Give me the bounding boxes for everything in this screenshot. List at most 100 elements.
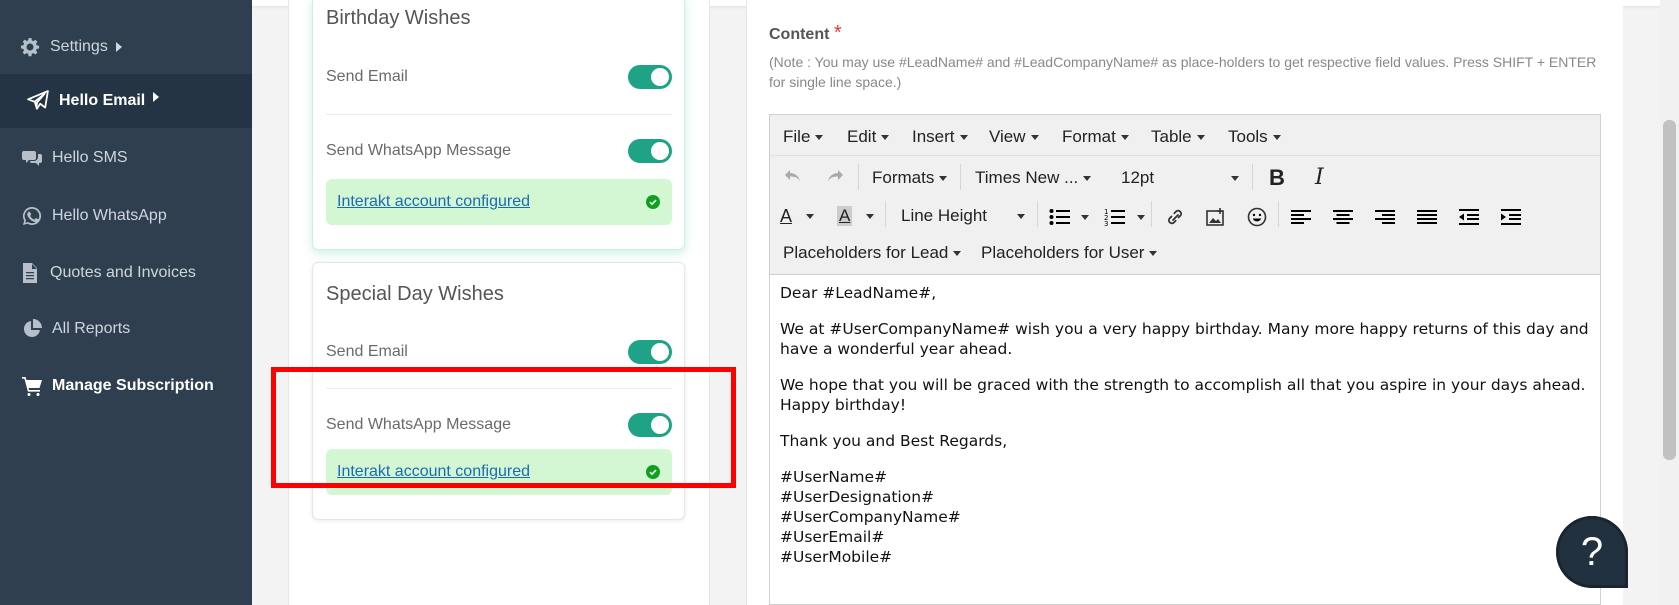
image-icon[interactable] bbox=[1205, 207, 1227, 227]
chevron-down-icon bbox=[1196, 134, 1205, 140]
chevron-down-icon[interactable] bbox=[1081, 215, 1089, 220]
cart-icon bbox=[22, 376, 42, 396]
placeholders-user-label: Placeholders for User bbox=[981, 243, 1145, 262]
placeholders-lead-label: Placeholders for Lead bbox=[783, 243, 949, 262]
menu-view[interactable]: View bbox=[989, 127, 1039, 147]
placeholders-lead-dropdown[interactable]: Placeholders for Lead bbox=[783, 243, 962, 263]
menu-format[interactable]: Format bbox=[1062, 127, 1129, 147]
greeting-line: Dear #LeadName#, bbox=[780, 284, 937, 302]
italic-icon: I bbox=[1315, 165, 1324, 190]
sidebar-item-label: Quotes and Invoices bbox=[50, 263, 196, 281]
menu-label: File bbox=[783, 127, 811, 146]
formats-dropdown[interactable]: Formats bbox=[872, 168, 948, 188]
menu-label: Insert bbox=[912, 127, 955, 146]
pie-chart-icon bbox=[23, 318, 42, 337]
chevron-down-icon[interactable] bbox=[1137, 215, 1145, 220]
document-icon bbox=[23, 262, 37, 283]
menu-insert[interactable]: Insert bbox=[912, 127, 968, 147]
text-color-button[interactable]: A bbox=[780, 206, 815, 227]
background-color-icon: A bbox=[837, 206, 853, 226]
gear-icon bbox=[21, 37, 40, 56]
chevron-down-icon bbox=[1030, 134, 1039, 140]
emoji-icon[interactable] bbox=[1246, 207, 1268, 227]
whatsapp-icon bbox=[22, 206, 42, 225]
send-whatsapp-label: Send WhatsApp Message bbox=[326, 142, 511, 159]
svg-text:3: 3 bbox=[1104, 220, 1108, 227]
signature-line: #UserCompanyName# bbox=[780, 508, 961, 526]
sidebar: Settings Hello Email Hello SMS Hello Wha… bbox=[0, 0, 252, 605]
background-color-button[interactable]: A bbox=[837, 206, 875, 226]
required-marker: * bbox=[833, 22, 842, 44]
send-email-toggle[interactable] bbox=[628, 65, 672, 89]
indent-icon[interactable] bbox=[1500, 207, 1522, 227]
send-email-label: Send Email bbox=[326, 68, 408, 85]
send-whatsapp-toggle[interactable] bbox=[628, 139, 672, 163]
birthday-wishes-card: Birthday Wishes Send Email Send WhatsApp… bbox=[312, 0, 685, 250]
chevron-down-icon bbox=[881, 134, 890, 140]
sidebar-item-label: Settings bbox=[50, 37, 108, 55]
signature-line: #UserMobile# bbox=[780, 548, 893, 566]
font-family-dropdown[interactable]: Times New ... bbox=[975, 168, 1092, 188]
line-height-dropdown[interactable]: Line Height bbox=[901, 206, 1025, 226]
sidebar-item-all-reports[interactable]: All Reports bbox=[0, 301, 252, 356]
chevron-down-icon bbox=[1231, 175, 1239, 181]
outdent-icon[interactable] bbox=[1458, 207, 1480, 227]
paragraph-2: We hope that you will be graced with the… bbox=[780, 376, 1586, 414]
sidebar-item-label: Manage Subscription bbox=[52, 376, 214, 394]
link-icon[interactable] bbox=[1164, 207, 1186, 227]
chevron-down-icon bbox=[806, 214, 815, 219]
numbered-list-icon[interactable]: 123 bbox=[1104, 207, 1126, 227]
align-left-icon[interactable] bbox=[1290, 207, 1312, 227]
content-note: (Note : You may use #LeadName# and #Lead… bbox=[769, 54, 1597, 90]
sidebar-item-hello-sms[interactable]: Hello SMS bbox=[0, 130, 252, 185]
sidebar-item-quotes-invoices[interactable]: Quotes and Invoices bbox=[0, 245, 252, 300]
editor-toolbar: Formats Times New ... 12pt B I A A Line … bbox=[770, 156, 1600, 275]
send-email-toggle[interactable] bbox=[628, 340, 672, 364]
sidebar-item-hello-whatsapp[interactable]: Hello WhatsApp bbox=[0, 188, 252, 243]
divider bbox=[326, 114, 672, 115]
chevron-down-icon bbox=[1149, 250, 1158, 256]
chevron-down-icon bbox=[1120, 134, 1129, 140]
help-button[interactable]: ? bbox=[1556, 516, 1628, 588]
send-email-label: Send Email bbox=[326, 343, 408, 360]
menu-tools[interactable]: Tools bbox=[1228, 127, 1281, 147]
chevron-down-icon bbox=[939, 175, 948, 181]
question-mark-icon: ? bbox=[1580, 529, 1604, 574]
interakt-account-link[interactable]: Interakt account configured bbox=[337, 193, 530, 211]
line-height-label: Line Height bbox=[901, 206, 988, 225]
interakt-status-box: Interakt account configured bbox=[326, 179, 672, 225]
justify-icon[interactable] bbox=[1416, 207, 1438, 227]
scrollbar-thumb[interactable] bbox=[1663, 120, 1676, 460]
chat-icon bbox=[22, 150, 42, 166]
caret-right-icon bbox=[153, 92, 160, 102]
bold-button[interactable]: B bbox=[1269, 165, 1285, 191]
rich-text-editor: File Edit Insert View Format Table Tools… bbox=[769, 114, 1601, 605]
signature-block: #UserName# #UserDesignation# #UserCompan… bbox=[780, 467, 1590, 567]
editor-content-area[interactable]: Dear #LeadName#, We at #UserCompanyName#… bbox=[780, 283, 1590, 567]
bullet-list-icon[interactable] bbox=[1049, 207, 1071, 227]
align-right-icon[interactable] bbox=[1374, 207, 1396, 227]
sidebar-item-label: Hello Email bbox=[59, 92, 146, 109]
align-center-icon[interactable] bbox=[1332, 207, 1354, 227]
bold-icon: B bbox=[1269, 165, 1285, 190]
font-size-dropdown[interactable]: 12pt bbox=[1121, 168, 1239, 188]
menu-label: Tools bbox=[1228, 127, 1268, 146]
sidebar-item-manage-subscription[interactable]: Manage Subscription bbox=[0, 358, 252, 413]
sidebar-item-hello-email[interactable]: Hello Email bbox=[0, 74, 252, 128]
redo-icon[interactable] bbox=[825, 166, 845, 186]
content-label-text: Content bbox=[769, 26, 830, 43]
italic-button[interactable]: I bbox=[1315, 165, 1324, 190]
menu-edit[interactable]: Edit bbox=[847, 127, 890, 147]
chevron-down-icon bbox=[1017, 213, 1025, 219]
card-title: Special Day Wishes bbox=[326, 283, 504, 305]
menu-file[interactable]: File bbox=[783, 127, 824, 147]
card-title: Birthday Wishes bbox=[326, 7, 471, 29]
menu-table[interactable]: Table bbox=[1151, 127, 1205, 147]
text-color-icon: A bbox=[780, 206, 793, 226]
sidebar-item-settings[interactable]: Settings bbox=[0, 19, 252, 74]
undo-icon[interactable] bbox=[783, 166, 803, 186]
paper-plane-icon bbox=[27, 90, 49, 110]
placeholders-user-dropdown[interactable]: Placeholders for User bbox=[981, 243, 1158, 263]
paragraph-1: We at #UserCompanyName# wish you a very … bbox=[780, 320, 1589, 358]
highlight-box bbox=[271, 367, 736, 488]
